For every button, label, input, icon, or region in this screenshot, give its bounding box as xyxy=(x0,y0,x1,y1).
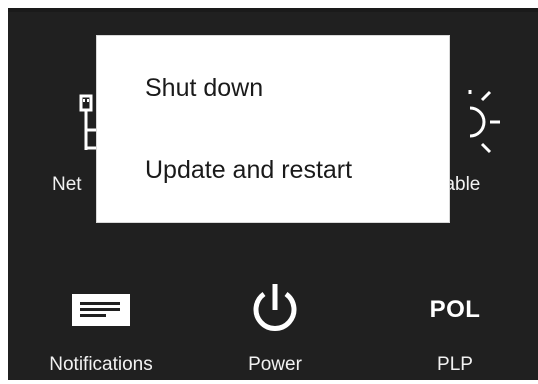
brightness-icon xyxy=(468,90,512,159)
keyboard-language-label: PLP xyxy=(437,354,473,375)
keyboard-language-tile[interactable]: POL PLP xyxy=(400,274,510,384)
power-label: Power xyxy=(248,354,302,375)
notifications-tile[interactable]: Notifications xyxy=(26,274,176,384)
notifications-icon xyxy=(70,292,132,333)
update-and-restart-option[interactable]: Update and restart xyxy=(97,142,449,198)
notifications-label: Notifications xyxy=(49,354,153,375)
power-tile[interactable]: Power xyxy=(220,274,330,384)
keyboard-language-icon: POL xyxy=(429,296,481,323)
brightness-label: ilable xyxy=(436,174,481,195)
power-options-menu: Shut down Update and restart xyxy=(97,36,449,222)
shut-down-option[interactable]: Shut down xyxy=(97,60,449,116)
power-icon xyxy=(249,280,301,341)
